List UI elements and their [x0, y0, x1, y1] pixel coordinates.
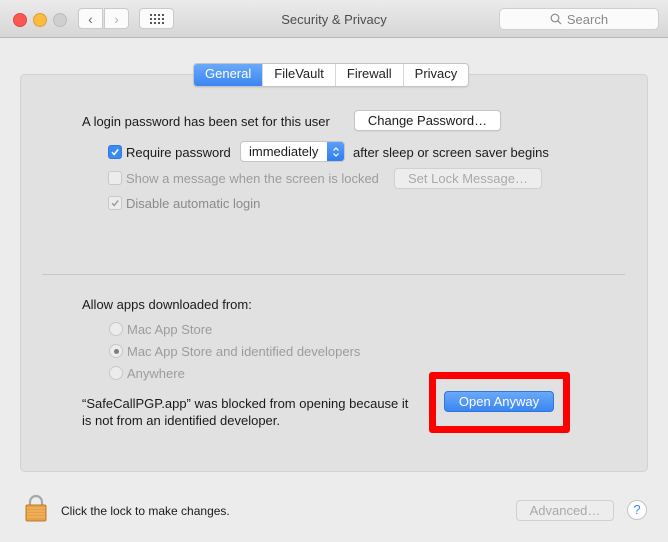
radio-identified-developers-label: Mac App Store and identified developers — [127, 344, 361, 359]
select-value: immediately — [249, 144, 319, 159]
radio-identified-developers[interactable] — [109, 344, 123, 358]
help-button[interactable]: ? — [627, 500, 647, 520]
lock-text: Click the lock to make changes. — [61, 504, 230, 518]
open-anyway-button[interactable]: Open Anyway — [444, 391, 554, 412]
require-password-checkbox[interactable] — [108, 145, 122, 159]
lock-icon[interactable] — [24, 494, 48, 522]
tab-filevault[interactable]: FileVault — [263, 64, 336, 86]
show-message-label: Show a message when the screen is locked — [126, 171, 379, 186]
disable-auto-login-checkbox[interactable] — [108, 196, 122, 210]
title-bar: ‹ › Security & Privacy Search — [0, 0, 668, 38]
radio-selected-dot — [113, 348, 119, 354]
password-set-text: A login password has been set for this u… — [82, 114, 330, 129]
radio-anywhere[interactable] — [109, 366, 123, 380]
search-field[interactable]: Search — [499, 8, 659, 30]
require-password-select[interactable]: immediately — [240, 141, 345, 162]
search-placeholder: Search — [566, 11, 609, 27]
tab-bar: General FileVault Firewall Privacy — [193, 63, 470, 87]
change-password-button[interactable]: Change Password… — [354, 110, 501, 131]
tab-general[interactable]: General — [194, 64, 264, 86]
updown-chevron-icon — [327, 142, 344, 161]
after-sleep-text: after sleep or screen saver begins — [353, 145, 549, 160]
search-icon — [550, 13, 562, 25]
radio-mac-app-store[interactable] — [109, 322, 123, 336]
radio-mac-app-store-label: Mac App Store — [127, 322, 213, 337]
set-lock-message-button[interactable]: Set Lock Message… — [394, 168, 542, 189]
advanced-button[interactable]: Advanced… — [516, 500, 614, 521]
disable-auto-login-label: Disable automatic login — [126, 196, 261, 211]
tab-firewall[interactable]: Firewall — [336, 64, 404, 86]
require-password-label: Require password — [126, 145, 231, 160]
section-divider — [42, 274, 625, 275]
tab-privacy[interactable]: Privacy — [404, 64, 469, 86]
checkmark-icon — [111, 199, 119, 207]
checkmark-icon — [111, 148, 119, 156]
show-message-checkbox[interactable] — [108, 171, 122, 185]
radio-anywhere-label: Anywhere — [127, 366, 185, 381]
blocked-message-line2: is not from an identified developer. — [82, 413, 281, 428]
blocked-message-line1: “SafeCallPGP.app” was blocked from openi… — [82, 396, 409, 411]
allow-apps-heading: Allow apps downloaded from: — [82, 297, 252, 312]
